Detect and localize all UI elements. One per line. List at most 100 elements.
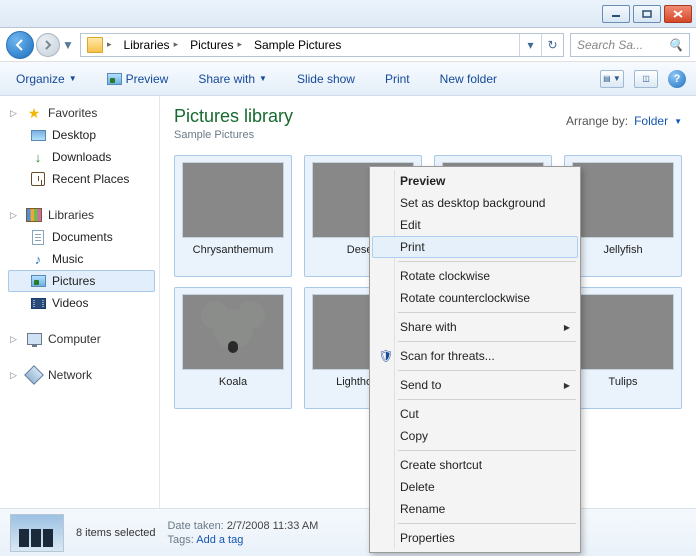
thumbnail-item[interactable]: Koala — [174, 287, 292, 409]
preview-button[interactable]: Preview — [101, 68, 175, 90]
maximize-button[interactable] — [633, 5, 661, 23]
breadcrumb-segment[interactable]: Sample Pictures — [248, 34, 347, 56]
view-options-button[interactable]: ▤ ▼ — [600, 70, 624, 88]
back-button[interactable] — [6, 31, 34, 59]
library-title: Pictures library — [174, 106, 293, 127]
thumbnail-item[interactable]: Chrysanthemum — [174, 155, 292, 277]
refresh-button[interactable]: ↻ — [541, 34, 563, 56]
context-menu: PreviewSet as desktop backgroundEditPrin… — [369, 166, 581, 553]
shield-icon: 🛡 — [378, 348, 394, 364]
menu-item-properties[interactable]: Properties — [372, 527, 578, 549]
minimize-button[interactable] — [602, 5, 630, 23]
thumbnail-caption: Tulips — [569, 376, 677, 388]
sidebar-item-downloads[interactable]: Downloads — [8, 146, 155, 168]
print-button[interactable]: Print — [379, 68, 416, 90]
libraries-icon — [26, 208, 42, 222]
organize-menu[interactable]: Organize▼ — [10, 68, 83, 90]
download-icon — [30, 149, 46, 165]
search-placeholder: Search Sa... — [577, 38, 643, 52]
help-button[interactable]: ? — [668, 70, 686, 88]
window-titlebar — [0, 0, 696, 28]
details-thumbnail — [10, 514, 64, 552]
libraries-header[interactable]: ▷Libraries — [8, 204, 155, 226]
preview-icon — [107, 73, 122, 85]
menu-item-edit[interactable]: Edit — [372, 214, 578, 236]
add-tag-link[interactable]: Add a tag — [196, 534, 243, 546]
menu-item-share-with[interactable]: Share with — [372, 316, 578, 338]
menu-item-cut[interactable]: Cut — [372, 403, 578, 425]
star-icon: ★ — [26, 105, 42, 121]
recent-icon — [31, 172, 45, 186]
search-input[interactable]: Search Sa... 🔍 — [570, 33, 690, 57]
menu-item-create-shortcut[interactable]: Create shortcut — [372, 454, 578, 476]
menu-separator — [398, 341, 576, 342]
selection-summary: 8 items selected — [76, 527, 155, 539]
menu-item-print[interactable]: Print — [372, 236, 578, 258]
menu-item-send-to[interactable]: Send to — [372, 374, 578, 396]
breadcrumb-label: Pictures — [190, 38, 233, 52]
close-button[interactable] — [664, 5, 692, 23]
thumbnail-image — [182, 162, 284, 238]
document-icon — [32, 230, 44, 245]
menu-separator — [398, 523, 576, 524]
thumbnail-image — [572, 294, 674, 370]
folder-icon — [87, 37, 103, 53]
music-icon: ♪ — [30, 251, 46, 267]
sidebar-item-desktop[interactable]: Desktop — [8, 124, 155, 146]
menu-separator — [398, 312, 576, 313]
menu-item-rotate-counterclockwise[interactable]: Rotate counterclockwise — [372, 287, 578, 309]
menu-separator — [398, 261, 576, 262]
sidebar-item-music[interactable]: ♪Music — [8, 248, 155, 270]
computer-icon — [27, 333, 42, 345]
desktop-icon — [31, 130, 46, 141]
menu-item-preview[interactable]: Preview — [372, 170, 578, 192]
menu-separator — [398, 450, 576, 451]
share-with-menu[interactable]: Share with▼ — [192, 68, 273, 90]
sidebar-item-videos[interactable]: Videos — [8, 292, 155, 314]
arrange-by-control[interactable]: Arrange by: Folder ▼ — [566, 114, 682, 128]
menu-separator — [398, 370, 576, 371]
search-icon: 🔍 — [668, 38, 683, 52]
thumbnail-caption: Koala — [179, 376, 287, 388]
sidebar-item-pictures[interactable]: Pictures — [8, 270, 155, 292]
thumbnail-image — [572, 162, 674, 238]
thumbnail-image — [182, 294, 284, 370]
thumbnail-caption: Chrysanthemum — [179, 244, 287, 256]
menu-item-rotate-clockwise[interactable]: Rotate clockwise — [372, 265, 578, 287]
library-subtitle: Sample Pictures — [174, 129, 293, 141]
address-bar[interactable]: ▸ Libraries▸ Pictures▸ Sample Pictures ▾… — [80, 33, 564, 57]
address-dropdown[interactable]: ▾ — [519, 34, 541, 56]
favorites-header[interactable]: ▷★Favorites — [8, 102, 155, 124]
forward-button[interactable] — [36, 33, 60, 57]
chevron-down-icon: ▼ — [674, 117, 682, 126]
command-bar: Organize▼ Preview Share with▼ Slide show… — [0, 62, 696, 96]
network-icon — [24, 365, 44, 385]
menu-item-set-as-desktop-background[interactable]: Set as desktop background — [372, 192, 578, 214]
thumbnail-item[interactable]: Jellyfish — [564, 155, 682, 277]
navigation-row: ▼ ▸ Libraries▸ Pictures▸ Sample Pictures… — [0, 28, 696, 62]
menu-item-rename[interactable]: Rename — [372, 498, 578, 520]
breadcrumb-label: Libraries — [124, 38, 170, 52]
computer-header[interactable]: ▷Computer — [8, 328, 155, 350]
nav-history-dropdown[interactable]: ▼ — [62, 33, 74, 57]
breadcrumb-label: Sample Pictures — [254, 38, 341, 52]
new-folder-button[interactable]: New folder — [434, 68, 503, 90]
network-header[interactable]: ▷Network — [8, 364, 155, 386]
sidebar-item-recent-places[interactable]: Recent Places — [8, 168, 155, 190]
navigation-pane: ▷★Favorites Desktop Downloads Recent Pla… — [0, 96, 160, 508]
menu-item-scan-for-threats[interactable]: 🛡Scan for threats... — [372, 345, 578, 367]
date-taken-value: 2/7/2008 11:33 AM — [227, 520, 319, 532]
videos-icon — [31, 298, 46, 309]
slideshow-button[interactable]: Slide show — [291, 68, 361, 90]
breadcrumb-segment[interactable]: Pictures▸ — [184, 34, 248, 56]
menu-item-copy[interactable]: Copy — [372, 425, 578, 447]
details-pane: 8 items selected Date taken: 2/7/2008 11… — [0, 508, 696, 556]
menu-item-delete[interactable]: Delete — [372, 476, 578, 498]
menu-separator — [398, 399, 576, 400]
sidebar-item-documents[interactable]: Documents — [8, 226, 155, 248]
pictures-icon — [31, 275, 46, 287]
thumbnail-caption: Jellyfish — [569, 244, 677, 256]
thumbnail-item[interactable]: Tulips — [564, 287, 682, 409]
preview-pane-toggle[interactable]: ◫ — [634, 70, 658, 88]
breadcrumb-segment[interactable]: Libraries▸ — [118, 34, 185, 56]
